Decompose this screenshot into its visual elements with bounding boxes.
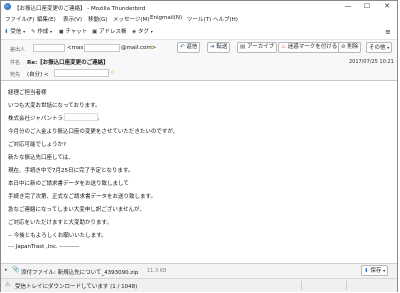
from-label: 差出人 — [10, 47, 26, 53]
body-line: いつも大変お世話になっております。 — [8, 103, 101, 109]
to-value[interactable]: (自分) < — [27, 70, 49, 78]
receive-label: 受信 — [10, 29, 22, 35]
chevron-down-icon: ▾ — [387, 45, 390, 50]
menu-go[interactable]: 移動(G) — [88, 15, 108, 23]
message-body: 経理ご担当者様 いつも大変お世話になっております。 株式会社ジャパントラストの … — [1, 81, 397, 261]
archive-box-icon: ▤ — [240, 44, 246, 50]
reply-button[interactable]: ↶ 返信 — [177, 42, 201, 53]
other-actions-label: その他 — [369, 45, 386, 51]
compose-button[interactable]: ✎ 作成 ▾ — [31, 27, 52, 37]
body-line: 本日中に新のご請求書データをお送り致しまして — [8, 181, 129, 187]
forward-button[interactable]: ➜ 転送 — [207, 42, 231, 53]
address-book-button[interactable]: ▣ アドレス帳 — [92, 27, 126, 37]
maximize-button[interactable]: ☐ — [358, 1, 376, 12]
body-line: 現在、手続き中で7月25日に完了予定となります。 — [8, 168, 134, 174]
delete-button[interactable]: ⊘ 削除 — [338, 42, 362, 53]
from-name-redacted — [33, 44, 65, 52]
delete-icon: ⊘ — [341, 44, 346, 50]
mark-junk-label: 迷惑マークを付ける — [287, 44, 338, 50]
star-icon[interactable]: ☆ — [149, 44, 154, 51]
mark-junk-button[interactable]: ♨ 迷惑マークを付ける — [278, 42, 341, 53]
menu-edit[interactable]: 編集(E) — [37, 15, 56, 23]
chat-bubble-icon: ◼ — [59, 29, 64, 35]
to-address-redacted — [54, 69, 109, 77]
menu-message[interactable]: メッセージ(M) — [113, 15, 149, 23]
to-label: 宛先 — [10, 72, 21, 78]
star-icon[interactable]: ☆ — [110, 69, 115, 76]
chat-label: チャット — [65, 29, 88, 35]
receive-button[interactable]: ⬇ 受信 ▾ — [4, 27, 25, 37]
body-line-signature: --- JapanTrast ,Inc. ---------- — [8, 244, 80, 250]
chevron-down-icon: ▾ — [150, 29, 153, 34]
attachment-size: 11.3 KB — [147, 268, 167, 274]
delete-label: 削除 — [347, 44, 359, 50]
attachment-bar: ▸ 📎 添付ファイル: 新規込先について_4393090.zip 11.3 KB… — [1, 263, 397, 278]
address-book-icon: ▣ — [92, 29, 98, 35]
from-name[interactable]: <mas — [67, 45, 83, 51]
menu-enigmail[interactable]: Enigmail(N) — [150, 15, 182, 21]
tag-icon: ◈ — [132, 29, 137, 35]
forward-label: 転送 — [216, 44, 228, 50]
main-toolbar: ⬇ 受信 ▾ ✎ 作成 ▾ ◼ チャット ▣ アドレス帳 ◈ タグ ▾ ≡ — [1, 25, 397, 40]
menu-help[interactable]: ヘルプ(H) — [213, 15, 238, 23]
body-line: -- 今後ともよろしくお願いいたします。 — [8, 233, 107, 239]
body-line: 急なご連絡になってしまい大変申し訳ございませんが、 — [8, 207, 145, 213]
chevron-down-icon: ▾ — [383, 268, 386, 273]
junk-flame-icon: ♨ — [281, 44, 286, 50]
close-button[interactable]: ✕ — [378, 1, 396, 12]
chevron-down-icon: ▾ — [23, 29, 26, 34]
address-book-label: アドレス帳 — [98, 29, 127, 35]
app-menu-button[interactable]: ≡ — [385, 27, 391, 37]
download-icon: ⬇ — [4, 29, 9, 35]
other-actions-button[interactable]: その他 ▾ — [366, 42, 393, 53]
paperclip-icon: 📎 — [12, 266, 20, 273]
status-progress-panel — [301, 281, 342, 290]
menu-tools[interactable]: ツール(T) — [187, 15, 211, 23]
attachment-name[interactable]: 添付ファイル: 新規込先について_4393090.zip — [21, 268, 138, 276]
reply-label: 返信 — [186, 44, 198, 50]
subject-label: 件名 — [10, 60, 21, 66]
title-bar: 【お振込口座変更のご連絡】 - Mozilla Thunderbird — ☐ … — [1, 1, 397, 13]
minimize-button[interactable]: — — [339, 1, 357, 12]
connection-status-icon: ⚠ — [5, 281, 11, 288]
sender-name-redacted — [64, 113, 98, 121]
window-title: 【お振込口座変更のご連絡】 - Mozilla Thunderbird — [14, 6, 146, 12]
message-date: 2017/07/25 10:21 — [349, 59, 394, 65]
thunderbird-app-icon — [4, 3, 11, 10]
menu-view[interactable]: 表示(V) — [63, 15, 82, 23]
expand-chevron-icon[interactable]: ▸ — [5, 267, 8, 273]
compose-label: 作成 — [37, 29, 49, 35]
archive-label: アーカイブ — [246, 44, 275, 50]
body-line: ご対応可能でしょうか? — [8, 142, 66, 148]
body-line: 手続き完了次第、正式なご請求書データをお送り致します。 — [8, 194, 156, 200]
hamburger-menu-icon: ≡ — [385, 28, 391, 36]
save-attachment-button[interactable]: ⬇ 保存 ▾ — [361, 265, 389, 276]
chevron-down-icon: ▾ — [50, 29, 53, 34]
status-bar: ⚠ 受信トレイにダウンロードしています (1 / 1048) — [1, 278, 397, 292]
save-label: 保存 — [370, 268, 382, 274]
body-line-greeting: 経理ご担当者様 — [8, 90, 47, 96]
menu-file[interactable]: ファイル(F) — [5, 15, 34, 23]
tag-button[interactable]: ◈ タグ ▾ — [132, 27, 153, 37]
forward-arrow-icon: ➜ — [210, 44, 215, 50]
chat-button[interactable]: ◼ チャット — [59, 27, 87, 37]
menu-bar: ファイル(F) 編集(E) 表示(V) 移動(G) メッセージ(M) Enigm… — [1, 13, 397, 24]
save-download-icon: ⬇ — [364, 268, 369, 274]
thunderbird-window: 【お振込口座変更のご連絡】 - Mozilla Thunderbird — ☐ … — [0, 0, 398, 292]
reply-arrow-icon: ↶ — [180, 44, 185, 50]
subject-text: Re:【お振込口座変更のご連絡】 — [27, 60, 109, 66]
pencil-icon: ✎ — [31, 29, 36, 35]
body-line: 今月分のご入金より振込口座の変更をさせていただきたいのですが、 — [8, 129, 179, 135]
status-text: 受信トレイにダウンロードしています (1 / 1048) — [15, 284, 138, 290]
body-line: 新たな振込先口座しては、 — [8, 155, 74, 161]
body-line: ご対応をいただけますと大変助かります。 — [8, 220, 112, 226]
archive-button[interactable]: ▤ アーカイブ — [237, 42, 278, 53]
tag-label: タグ — [137, 29, 149, 35]
status-unread-panel — [346, 281, 377, 290]
from-address-redacted — [84, 44, 120, 52]
